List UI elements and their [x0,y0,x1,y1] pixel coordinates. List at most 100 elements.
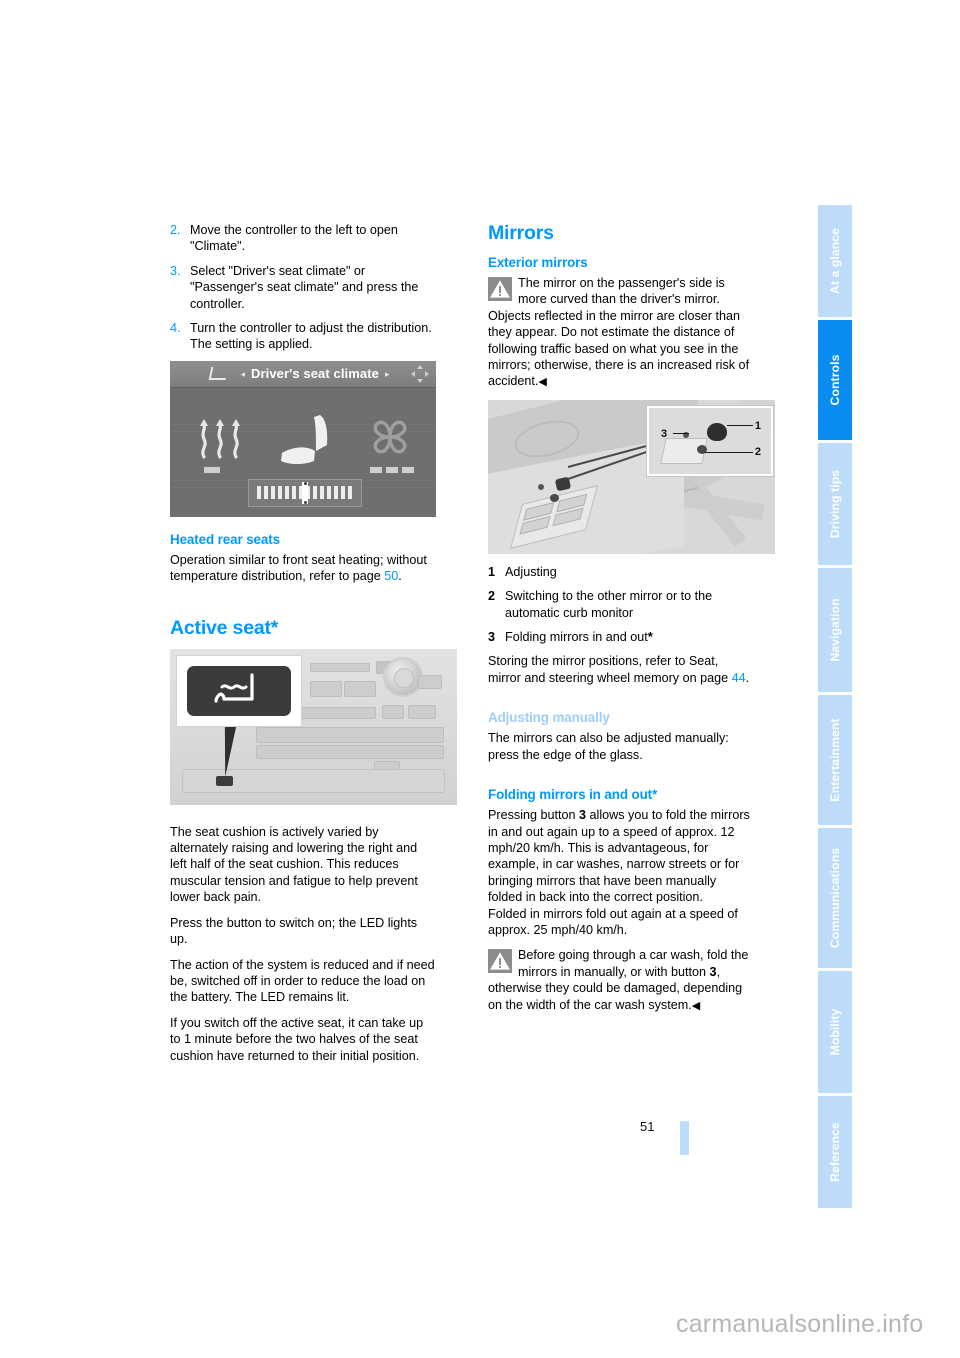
key-number: 3 [488,630,496,645]
sidebar-tab-reference[interactable]: Reference [818,1096,852,1208]
key-number: 1 [488,564,496,579]
figure-code: WC01600EVA [771,515,775,550]
text-before-page-ref: Storing the mirror positions, refer to S… [488,654,732,685]
paragraph-active-seat-1: The seat cushion is actively varied by a… [170,824,418,905]
page-reference-link[interactable]: 50 [384,569,398,583]
optional-equipment-star: * [647,629,653,645]
warning-triangle-icon [488,277,512,301]
console-button [344,680,376,697]
figure-idrive-seat-climate-screen: ◂ Driver's seat climate ▸ [170,360,436,517]
sidebar-tab-entertainment[interactable]: Entertainment [818,695,852,825]
mirror-key-item: 1 Adjusting [488,564,754,580]
sidebar-tab-label: At a glance [828,227,842,295]
callout-line [705,451,753,453]
sidebar-tab-driving-tips[interactable]: Driving tips [818,443,852,565]
paragraph-adjusting-manually: The mirrors can also be adjusted manuall… [488,731,729,762]
console-display-row [310,662,370,672]
sidebar-tab-label: Communications [828,847,842,949]
procedure-step-list: 2. Move the controller to the left to op… [170,222,436,353]
paragraph-storing-mirror-positions: Storing the mirror positions, refer to S… [488,653,754,686]
page-reference-link[interactable]: 44 [732,671,746,685]
manual-page: 2. Move the controller to the left to op… [0,0,960,1358]
heading-folding-mirrors: Folding mirrors in and out* [488,787,658,803]
figure-code: WSX02220EVA [432,475,436,513]
heading-heated-rear-seats: Heated rear seats [170,531,280,547]
key-text: Switching to the other mirror or to the … [505,589,713,620]
active-seat-icon [214,673,254,703]
text-part-b: allows you to fold the mirrors in and ou… [488,808,750,905]
console-button [382,704,404,719]
procedure-step: 3. Select "Driver's seat climate" or "Pa… [170,263,436,312]
procedure-step: 2. Move the controller to the left to op… [170,222,436,255]
step-number: 2. [170,223,181,237]
mirror-adjust-knob-zoom [707,422,727,441]
console-button [310,680,342,697]
key-text: Adjusting [505,564,557,579]
mirror-controls-callout: 3 1 2 [646,404,774,477]
idrive-title-bar: ◂ Driver's seat climate ▸ [170,360,436,388]
watermark-text: carmanualsonline.info [676,1310,924,1338]
slider-pip-bottom [303,500,307,504]
mirror-fold-button [538,483,544,490]
section-navigation-tabs: At a glance Controls Driving tips Naviga… [818,205,852,1211]
step-number: 3. [170,263,181,278]
key-text-main: Folding mirrors in and out [505,630,648,645]
figure-active-seat-button: WCD0740EVA [170,648,457,805]
mirror-key-item: 2 Switching to the other mirror or to th… [488,588,754,621]
fan-icon [373,420,407,454]
sidebar-tab-controls[interactable]: Controls [818,320,852,440]
page-number-bar [680,1121,689,1155]
figure-mirror-controls: 3 1 2 WC01600EVA [488,399,775,554]
procedure-step: 4. Turn the controller to adjust the dis… [170,320,436,353]
navigation-pad-icon [411,364,429,383]
sidebar-tab-label: Navigation [828,598,842,662]
seat-icon [281,414,328,464]
heading-adjusting-manually: Adjusting manually [488,710,610,726]
callout-line [673,432,689,434]
left-arrow-icon: ◂ [240,368,245,379]
step-number: 4. [170,321,181,336]
console-button-row [256,726,444,743]
sidebar-tab-communications[interactable]: Communications [818,828,852,968]
paragraph-active-seat-2: Press the button to switch on; the LED l… [170,915,418,947]
paragraph-active-seat-4: If you switch off the active seat, it ca… [170,1015,424,1063]
button-number-reference: 3 [579,808,587,823]
sidebar-tab-label: Driving tips [828,469,842,539]
mirror-key-item: 3 Folding mirrors in and out* [488,629,754,645]
paragraph-folding-mirrors-1: Pressing button 3 allows you to fold the… [488,807,754,905]
paragraph-heated-rear-seats: Operation similar to front seat heating;… [170,552,436,585]
heading-active-seat: Active seat* [170,616,279,639]
callout-label-3: 3 [661,427,668,440]
sidebar-tab-label: Reference [828,1122,842,1182]
sidebar-tab-navigation[interactable]: Navigation [818,568,852,692]
console-rotary-dial [383,656,423,697]
heat-waves-icon [200,418,240,459]
active-seat-button [187,665,291,716]
fan-level-bar [370,466,414,473]
step-text: Turn the controller to adjust the distri… [190,321,432,352]
figure-code: WCD0740EVA [453,765,457,801]
right-arrow-icon: ▸ [385,368,390,379]
back-icon [209,367,229,381]
heading-mirrors: Mirrors [488,222,554,244]
sidebar-tab-mobility[interactable]: Mobility [818,971,852,1093]
callout-label-2: 2 [754,445,761,458]
sidebar-tab-at-a-glance[interactable]: At a glance [818,205,852,317]
idrive-screen-title: Driver's seat climate [250,365,380,381]
key-number: 2 [488,589,496,604]
text-part-a: Pressing button [488,808,580,823]
warning-triangle-icon [488,949,512,974]
console-button [408,704,436,719]
sidebar-tab-label: Entertainment [828,718,842,802]
warning-block-car-wash: Before going through a car wash, fold th… [488,947,754,1014]
key-text: Folding mirrors in and out* [505,629,754,645]
right-text-column: Mirrors Exterior mirrors The mirror on t… [488,222,775,1023]
mirror-key-list: 1 Adjusting 2 Switching to the other mir… [488,564,754,646]
warning-text: The mirror on the passenger's side is mo… [488,276,750,389]
sidebar-tab-label: Mobility [828,1008,842,1056]
callout-line [727,424,753,426]
